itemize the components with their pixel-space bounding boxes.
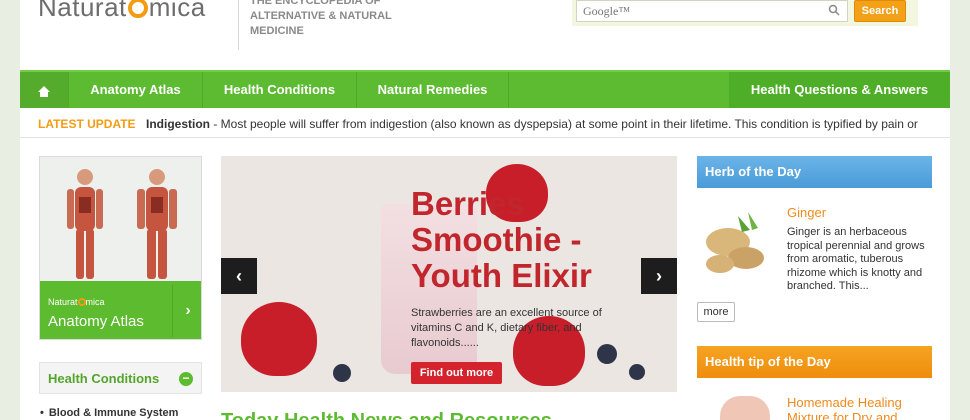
featured-slider: Berries Smoothie - Youth Elixir Strawber… [221, 156, 677, 392]
site-tagline: THE ENCYCLOPEDIA OF ALTERNATIVE & NATURA… [250, 0, 392, 37]
find-out-more-button[interactable]: Find out more [411, 362, 502, 384]
site-logo[interactable]: Naturat mica [38, 0, 206, 23]
atlas-title: Anatomy Atlas [48, 313, 144, 330]
ticker-label: LATEST UPDATE [38, 117, 136, 131]
atlas-mini-logo: Naturat mica [48, 297, 105, 307]
page: Naturat mica THE ENCYCLOPEDIA OF ALTERNAT… [20, 0, 950, 420]
blueberry-image [629, 364, 645, 380]
anatomy-female-figure [67, 169, 103, 279]
herb-title[interactable]: Ginger [787, 205, 826, 220]
atlas-logo-text-left: Naturat [48, 297, 78, 307]
health-condition-item[interactable]: Blood & Immune System [40, 407, 179, 419]
blueberry-image [333, 364, 351, 382]
logo-o-icon [127, 0, 148, 18]
ticker-text[interactable]: Indigestion - Most people will suffer fr… [146, 110, 918, 138]
slide-description: Strawberries are an excellent source of … [411, 307, 602, 349]
health-tip-title[interactable]: Homemade Healing Mixture for Dry and [787, 395, 937, 420]
main-heading: Today Health News and Resources [221, 410, 552, 420]
health-conditions-title: Health Conditions [48, 371, 160, 386]
health-conditions-header[interactable]: Health Conditions − [39, 362, 202, 394]
ticker-description: - Most people will suffer from indigesti… [210, 117, 918, 131]
nav-health-questions[interactable]: Health Questions & Answers [729, 72, 950, 108]
search-button[interactable]: Search [854, 0, 906, 22]
chevron-left-icon[interactable]: ‹ [221, 258, 257, 294]
nav-health-conditions[interactable]: Health Conditions [203, 72, 357, 108]
chevron-right-icon[interactable]: › [641, 258, 677, 294]
home-icon [38, 86, 50, 97]
chevron-right-icon[interactable]: › [172, 285, 201, 337]
header-divider [238, 0, 239, 50]
atlas-logo-text-right: mica [85, 297, 105, 307]
main-nav: Anatomy Atlas Health Conditions Natural … [20, 70, 950, 108]
collapse-icon[interactable]: − [179, 372, 193, 386]
nav-natural-remedies[interactable]: Natural Remedies [357, 72, 509, 108]
anatomy-male-figure [137, 169, 177, 279]
atlas-footer: Naturat mica Anatomy Atlas › [40, 281, 201, 339]
search-icon [828, 4, 842, 18]
search-input[interactable] [576, 0, 848, 22]
herb-more-button[interactable]: more [697, 302, 735, 322]
logo-text-left: Naturat [38, 0, 127, 22]
nav-home-button[interactable] [20, 72, 69, 108]
slide-title[interactable]: Berries Smoothie - Youth Elixir [411, 186, 631, 294]
strawberry-image [241, 302, 317, 376]
search-bar: Search [572, 0, 918, 26]
health-tip-image [720, 396, 770, 420]
anatomy-atlas-card[interactable]: Naturat mica Anatomy Atlas › [39, 156, 202, 340]
logo-text-right: mica [148, 0, 206, 22]
ginger-image [706, 212, 764, 273]
nav-anatomy-atlas[interactable]: Anatomy Atlas [69, 72, 203, 108]
logo-o-icon [77, 298, 86, 306]
herb-description: Ginger is an herbaceous tropical perenni… [787, 226, 925, 292]
health-tip-header: Health tip of the Day [697, 346, 932, 378]
herb-of-the-day-header: Herb of the Day [697, 156, 932, 188]
ticker-topic[interactable]: Indigestion [146, 117, 210, 131]
latest-update-ticker: LATEST UPDATE Indigestion - Most people … [20, 110, 950, 138]
